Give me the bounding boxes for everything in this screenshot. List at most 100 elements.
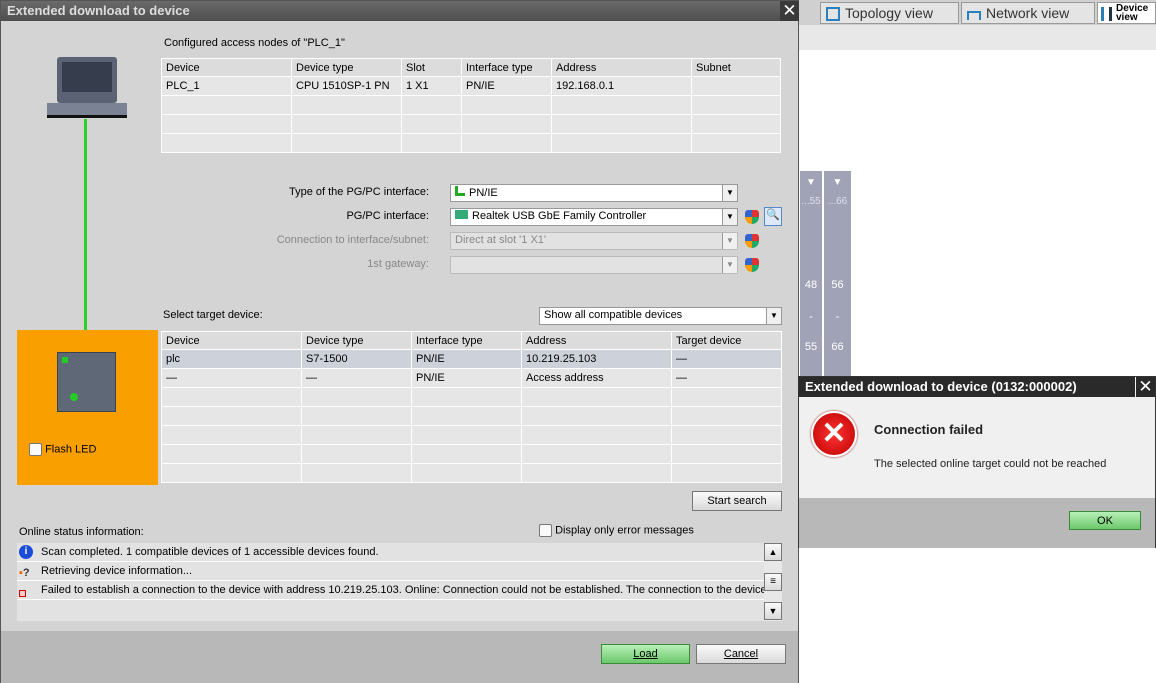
- pc-icon: [47, 57, 127, 119]
- column-value: 66: [831, 341, 844, 353]
- retrieving-icon: ▪?: [19, 567, 30, 579]
- connection-select[interactable]: Direct at slot '1 X1' ▼: [450, 232, 738, 250]
- only-errors-label: Display only error messages: [555, 524, 694, 537]
- scroll-up-icon[interactable]: ▲: [764, 543, 782, 561]
- list-item[interactable]: i Scan completed. 1 compatible devices of…: [17, 543, 764, 562]
- list-item[interactable]: ▪? Retrieving device information...: [17, 562, 764, 581]
- device-icon: [1101, 7, 1112, 21]
- io-column: ▼ ...55 48 - 55: [800, 171, 822, 381]
- chevron-down-icon: ▼: [722, 185, 737, 201]
- shield-icon[interactable]: [745, 258, 759, 272]
- table-row[interactable]: — — PN/IE Access address —: [161, 368, 782, 388]
- tab-device-view[interactable]: Device view: [1097, 2, 1156, 24]
- button-label: Load: [633, 648, 658, 660]
- list-item[interactable]: Failed to establish a connection to the …: [17, 581, 764, 600]
- column-header[interactable]: Address: [551, 58, 692, 77]
- target-device-panel: Flash LED: [17, 330, 158, 485]
- close-button[interactable]: ✕: [1136, 377, 1155, 397]
- column-header[interactable]: Slot: [401, 58, 462, 77]
- select-value: Direct at slot '1 X1': [455, 234, 547, 246]
- column-value: 48: [804, 279, 818, 291]
- column-value: 55: [804, 341, 818, 353]
- pgpc-interface-select[interactable]: Realtek USB GbE Family Controller ▼: [450, 208, 738, 226]
- column-value: -: [809, 311, 813, 323]
- pgpc-interface-label: PG/PC interface:: [346, 210, 429, 222]
- cancel-button[interactable]: Cancel: [696, 644, 786, 664]
- properties-search-icon[interactable]: 🔍: [764, 207, 782, 226]
- network-card-icon: [455, 210, 468, 219]
- cell: plc: [161, 349, 302, 369]
- plc-icon: [57, 352, 116, 412]
- gateway-select[interactable]: ▼: [450, 256, 738, 274]
- flash-led-checkbox[interactable]: Flash LED: [29, 443, 96, 456]
- target-devices-table: Device Device type Interface type Address Ta…: [161, 331, 782, 483]
- cell: —: [671, 349, 782, 369]
- connection-line: [84, 119, 87, 331]
- column-header[interactable]: Device type: [301, 331, 412, 350]
- topology-icon: [826, 7, 840, 21]
- table-row[interactable]: PLC_1 CPU 1510SP-1 PN 1 X1 PN/IE 192.168.0.1: [161, 76, 781, 96]
- status-label: Online status information:: [19, 526, 144, 538]
- error-dialog-title: Extended download to device (0132:000002…: [799, 377, 1135, 397]
- tab-label: Device view: [1116, 3, 1149, 23]
- column-header[interactable]: Interface type: [411, 331, 522, 350]
- column-header[interactable]: Device: [161, 331, 302, 350]
- scroll-thumb[interactable]: ≡: [764, 573, 782, 591]
- button-label: OK: [1097, 515, 1113, 527]
- column-value: 56: [831, 279, 844, 291]
- close-button[interactable]: ✕: [780, 1, 799, 21]
- chevron-down-icon: ▼: [766, 308, 781, 324]
- extended-download-dialog: Extended download to device ✕ Configured…: [0, 0, 799, 683]
- shield-icon[interactable]: [745, 234, 759, 248]
- cell: —: [301, 368, 412, 388]
- info-icon: i: [19, 545, 33, 559]
- configured-nodes-table: Device Device type Slot Interface type Addre…: [161, 58, 781, 153]
- column-header[interactable]: Device type: [291, 58, 402, 77]
- message-text: Retrieving device information...: [41, 565, 193, 577]
- interface-type-label: Type of the PG/PC interface:: [288, 186, 429, 198]
- checkbox[interactable]: [29, 443, 42, 456]
- dropdown-arrow-icon[interactable]: ▼: [800, 177, 822, 188]
- network-icon: [967, 11, 981, 20]
- cell: S7-1500: [301, 349, 412, 369]
- column-header[interactable]: Device: [161, 58, 292, 77]
- select-value: Show all compatible devices: [544, 309, 683, 321]
- chevron-down-icon: ▼: [722, 257, 737, 273]
- only-errors-checkbox[interactable]: Display only error messages: [539, 524, 694, 537]
- table-row[interactable]: plc S7-1500 PN/IE 10.219.25.103—: [161, 349, 782, 369]
- column-header[interactable]: Subnet: [691, 58, 781, 77]
- error-connection-icon: [19, 590, 26, 597]
- dialog-title: Extended download to device: [1, 1, 798, 21]
- cell: CPU 1510SP-1 PN: [291, 76, 402, 96]
- status-scrollbar[interactable]: ▲ ≡ ▼: [764, 543, 782, 621]
- column-header[interactable]: Interface type: [461, 58, 552, 77]
- cell: 192.168.0.1: [551, 76, 692, 96]
- interface-type-select[interactable]: PN/IE ▼: [450, 184, 738, 202]
- cell: 10.219.25.103: [521, 349, 672, 369]
- cell: —: [671, 368, 782, 388]
- message-text: Failed to establish a connection to the …: [41, 584, 764, 596]
- flash-led-label: Flash LED: [45, 443, 97, 456]
- column-header[interactable]: Target device: [671, 331, 782, 350]
- tab-network-view[interactable]: Network view: [961, 2, 1095, 24]
- button-label: Cancel: [723, 648, 759, 660]
- error-dialog: Extended download to device (0132:000002…: [798, 376, 1156, 548]
- scroll-down-icon[interactable]: ▼: [764, 602, 782, 620]
- status-list: i Scan completed. 1 compatible devices of…: [17, 543, 764, 621]
- cell: PN/IE: [461, 76, 552, 96]
- cell: [691, 76, 781, 96]
- cell: PN/IE: [411, 349, 522, 369]
- cell: PN/IE: [411, 368, 522, 388]
- select-target-label: Select target device:: [163, 309, 263, 321]
- dropdown-arrow-icon[interactable]: ▼: [824, 177, 851, 188]
- tab-topology-view[interactable]: Topology view: [820, 2, 959, 24]
- shield-icon[interactable]: [745, 210, 759, 224]
- select-value: Realtek USB GbE Family Controller: [472, 210, 647, 222]
- checkbox[interactable]: [539, 524, 552, 537]
- start-search-button[interactable]: Start search: [692, 491, 782, 511]
- device-filter-select[interactable]: Show all compatible devices ▼: [539, 307, 782, 325]
- chevron-down-icon: ▼: [722, 209, 737, 225]
- load-button[interactable]: Load: [601, 644, 690, 664]
- ok-button[interactable]: OK: [1069, 511, 1141, 530]
- column-header[interactable]: Address: [521, 331, 672, 350]
